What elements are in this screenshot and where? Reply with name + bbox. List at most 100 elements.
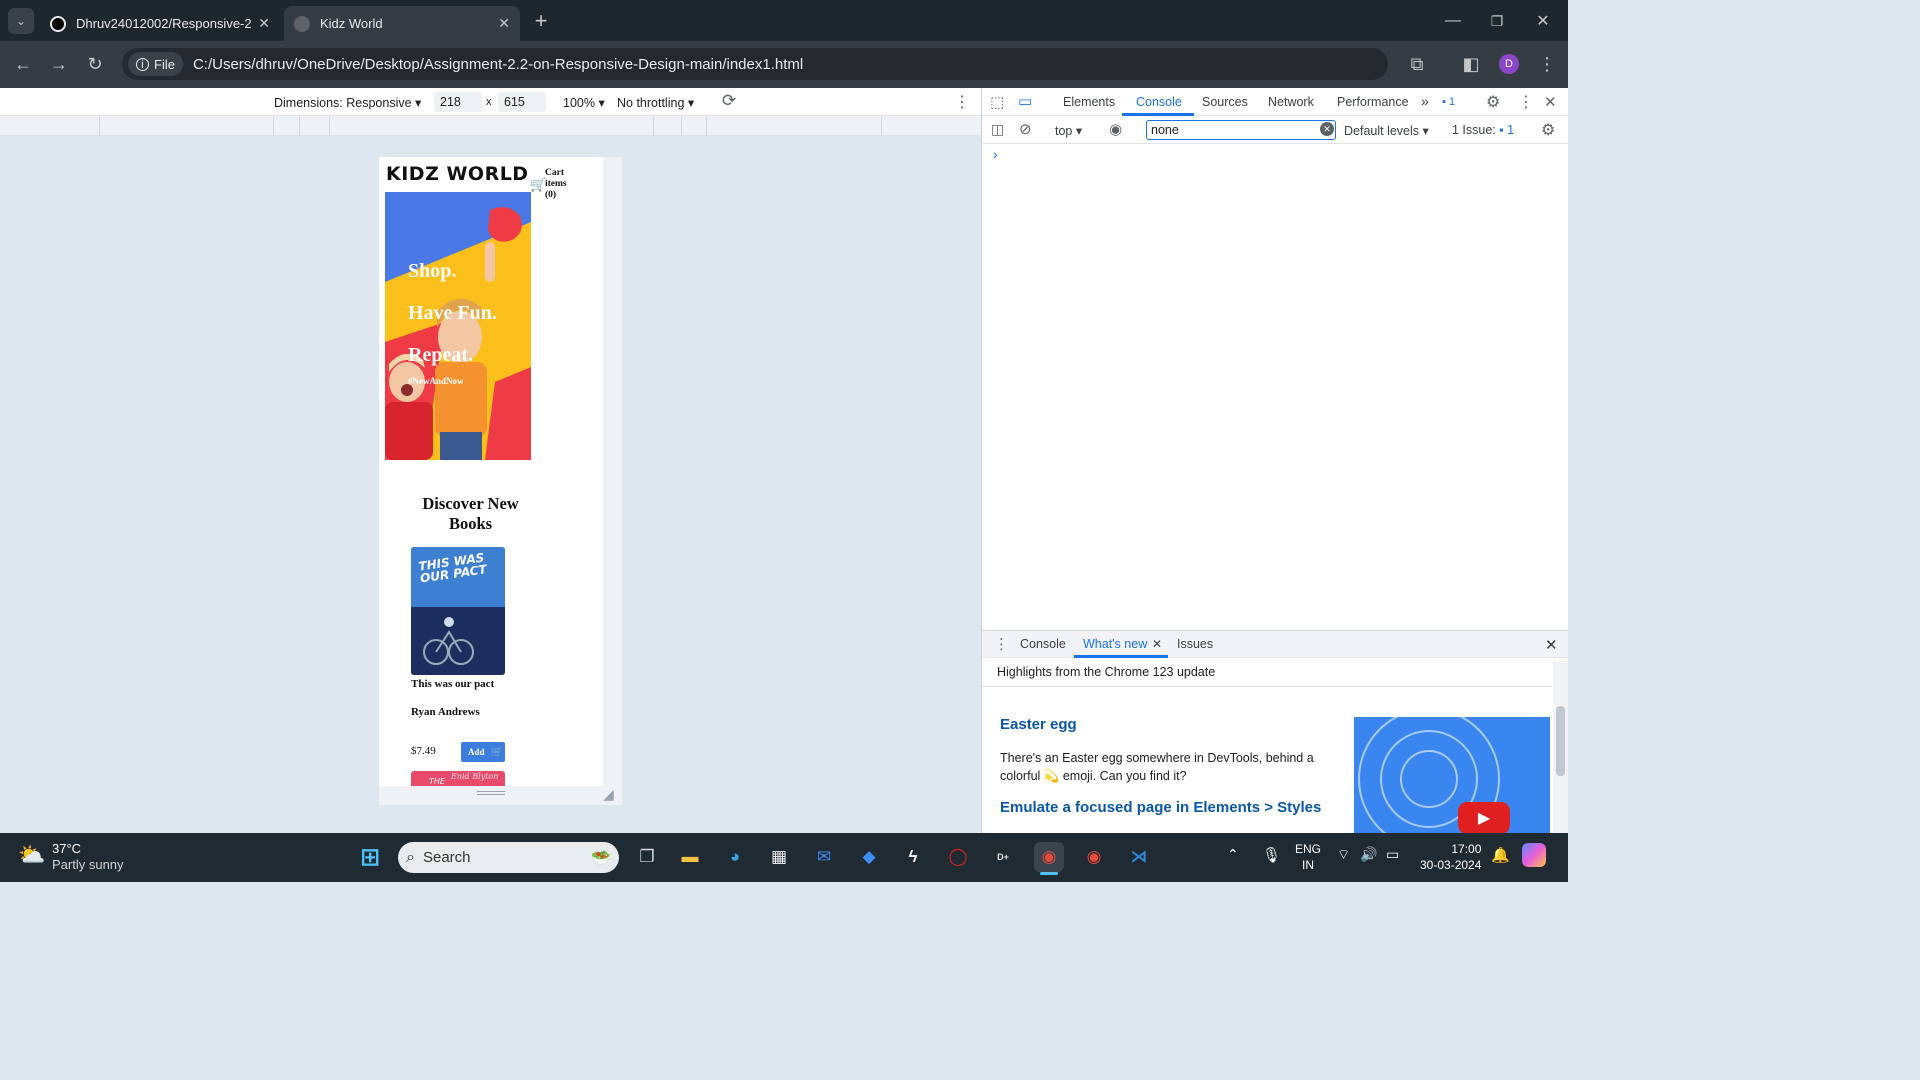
close-tab-icon[interactable]: ✕ [498, 15, 510, 32]
tab-elements[interactable]: Elements [1063, 95, 1115, 109]
close-drawer-icon[interactable]: ✕ [1545, 636, 1558, 654]
console-settings-icon[interactable]: ⚙ [1541, 120, 1555, 140]
feature-heading-easter-egg[interactable]: Easter egg [1000, 716, 1077, 733]
language-code: ENG [1295, 842, 1322, 856]
battery-icon[interactable]: ▭ [1386, 846, 1399, 863]
copilot-icon[interactable] [1522, 843, 1546, 867]
hero-banner[interactable]: Shop. Have Fun. Repeat. #NewAndNow [385, 192, 531, 460]
search-highlight-icon: 🥗 [591, 849, 611, 867]
dimensions-dropdown[interactable]: Dimensions: Responsive ▾ [274, 95, 421, 110]
dropbox-icon[interactable]: ◆ [854, 842, 884, 872]
back-icon[interactable]: ← [10, 49, 36, 79]
tab-title: Kidz World [320, 16, 383, 31]
drawer-menu-icon[interactable]: ⋮ [994, 635, 1009, 653]
cart-status[interactable]: Cart items (0) [545, 168, 579, 201]
issues-counter[interactable]: 1 Issue: ▪ 1 [1452, 123, 1514, 137]
vscode-icon[interactable]: ⋊ [1124, 842, 1154, 872]
restore-icon[interactable]: ❐ [1484, 8, 1510, 34]
tab-search-icon[interactable]: ⌄ [8, 8, 34, 34]
weather-desc[interactable]: Partly sunny [52, 857, 124, 872]
close-tab-icon[interactable]: ✕ [258, 15, 270, 32]
notification-bell-icon[interactable]: 🔔 [1491, 846, 1510, 864]
new-tab-icon[interactable]: + [528, 8, 554, 34]
resize-handle-bottom[interactable] [477, 791, 505, 795]
tab-sources[interactable]: Sources [1202, 95, 1248, 109]
drawer-tab-whats-new[interactable]: What's new [1083, 637, 1147, 651]
inspect-element-icon[interactable]: ⬚ [990, 93, 1004, 111]
reload-icon[interactable]: ↻ [82, 49, 108, 79]
tab-console[interactable]: Console [1136, 95, 1182, 109]
add-to-cart-button[interactable]: Add 🛒 [461, 742, 505, 762]
url-text[interactable]: C:/Users/dhruv/OneDrive/Desktop/Assignme… [193, 56, 803, 73]
throttling-dropdown[interactable]: No throttling ▾ [617, 95, 694, 110]
site-info-chip[interactable]: i File [128, 52, 183, 76]
wifi-icon[interactable]: ⌔ [1337, 846, 1350, 864]
section-title: Discover New Books [422, 494, 519, 533]
store-icon[interactable]: ▦ [764, 842, 794, 872]
chrome-profile-2-icon[interactable]: ◉ [1079, 842, 1109, 872]
clear-console-icon[interactable]: ⊘ [1019, 120, 1032, 138]
tab-kidz-world[interactable]: Kidz World ✕ [284, 6, 520, 41]
sidebar-toggle-icon[interactable]: ◫ [991, 121, 1004, 138]
show-hidden-icons[interactable]: ⌃ [1227, 846, 1239, 863]
emulated-page: KIDZ WORLD 🛒 Cart items (0) Shop. Have F… [379, 157, 622, 805]
zoom-dropdown[interactable]: 100% ▾ [563, 95, 605, 110]
devtools-drawer: ⋮ Console What's new ✕ Issues ✕ Highligh… [982, 630, 1568, 834]
drawer-divider [982, 686, 1552, 687]
site-logo[interactable]: KIDZ WORLD [386, 163, 529, 185]
microphone-icon[interactable]: 🎙 [1262, 846, 1281, 864]
opera-icon[interactable]: ◯ [943, 842, 973, 872]
side-panel-icon[interactable]: ◧ [1458, 49, 1484, 79]
settings-icon[interactable]: ⚙ [1486, 92, 1500, 112]
tab-network[interactable]: Network [1268, 95, 1314, 109]
forward-icon[interactable]: → [46, 49, 72, 79]
profile-avatar[interactable]: D [1499, 54, 1519, 74]
extensions-icon[interactable]: ⧉ [1404, 49, 1430, 79]
tab-performance[interactable]: Performance [1337, 95, 1409, 109]
close-window-icon[interactable]: ✕ [1530, 8, 1556, 34]
weather-temp[interactable]: 37°C [52, 841, 81, 856]
console-filter-input[interactable]: none [1146, 120, 1336, 140]
feature-heading-emulate-focus[interactable]: Emulate a focused page in Elements > Sty… [1000, 799, 1321, 816]
edge-icon[interactable]: ◕ [720, 842, 750, 872]
live-expression-eye-icon[interactable]: ◉ [1109, 120, 1122, 138]
console-prompt[interactable]: › [993, 146, 998, 162]
app-bolt-icon[interactable]: ϟ [898, 842, 928, 872]
drawer-scrollbar[interactable] [1553, 661, 1568, 834]
file-explorer-icon[interactable]: ▬ [675, 842, 705, 872]
resize-corner-icon[interactable]: ◢ [603, 786, 614, 803]
task-view-icon[interactable]: ❐ [632, 842, 662, 872]
device-more-icon[interactable]: ⋮ [954, 92, 970, 112]
weather-icon[interactable]: ⛅ [18, 842, 45, 868]
clock[interactable]: 17:00 30-03-2024 [1420, 841, 1481, 873]
taskbar-search[interactable]: ⌕ Search 🥗 [398, 842, 619, 873]
log-levels-dropdown[interactable]: Default levels ▾ [1344, 123, 1429, 138]
context-selector[interactable]: top ▾ [1055, 123, 1082, 138]
device-toggle-icon[interactable]: ▭ [1018, 92, 1032, 110]
volume-icon[interactable]: 🔊 [1360, 846, 1377, 863]
clear-filter-icon[interactable]: ✕ [1320, 122, 1334, 136]
issues-badge[interactable]: ▪ 1 [1442, 96, 1455, 108]
mail-icon[interactable]: ✉ [809, 842, 839, 872]
start-windows-icon[interactable]: ⊞ [355, 842, 385, 872]
cart-icon[interactable]: 🛒 [530, 177, 546, 193]
minimize-icon[interactable]: — [1440, 8, 1466, 34]
disney-hotstar-icon[interactable]: D+ [988, 842, 1018, 872]
rotate-icon[interactable]: ⟳ [722, 91, 736, 111]
drawer-tab-console[interactable]: Console [1020, 637, 1066, 651]
close-devtools-icon[interactable]: ✕ [1544, 93, 1557, 111]
height-input[interactable]: 615 [498, 92, 546, 112]
input-language[interactable]: ENG IN [1295, 841, 1321, 873]
tab-github[interactable]: Dhruv24012002/Responsive-2 ✕ [40, 6, 280, 41]
devtools-menu-icon[interactable]: ⋮ [1518, 92, 1534, 112]
omnibox[interactable]: i File C:/Users/dhruv/OneDrive/Desktop/A… [122, 48, 1388, 80]
book-cover[interactable]: THIS WAS OUR PACT [411, 547, 505, 675]
close-whats-new-icon[interactable]: ✕ [1152, 637, 1162, 651]
chrome-profile-1-icon[interactable]: ◉ [1034, 842, 1064, 872]
menu-dots-icon[interactable]: ⋮ [1536, 49, 1558, 79]
width-input[interactable]: 218 [434, 92, 482, 112]
feature-video-thumbnail[interactable]: ▶ [1354, 717, 1550, 834]
youtube-play-icon[interactable]: ▶ [1458, 802, 1510, 834]
more-tabs-icon[interactable]: » [1421, 93, 1429, 109]
drawer-tab-issues[interactable]: Issues [1177, 637, 1213, 651]
